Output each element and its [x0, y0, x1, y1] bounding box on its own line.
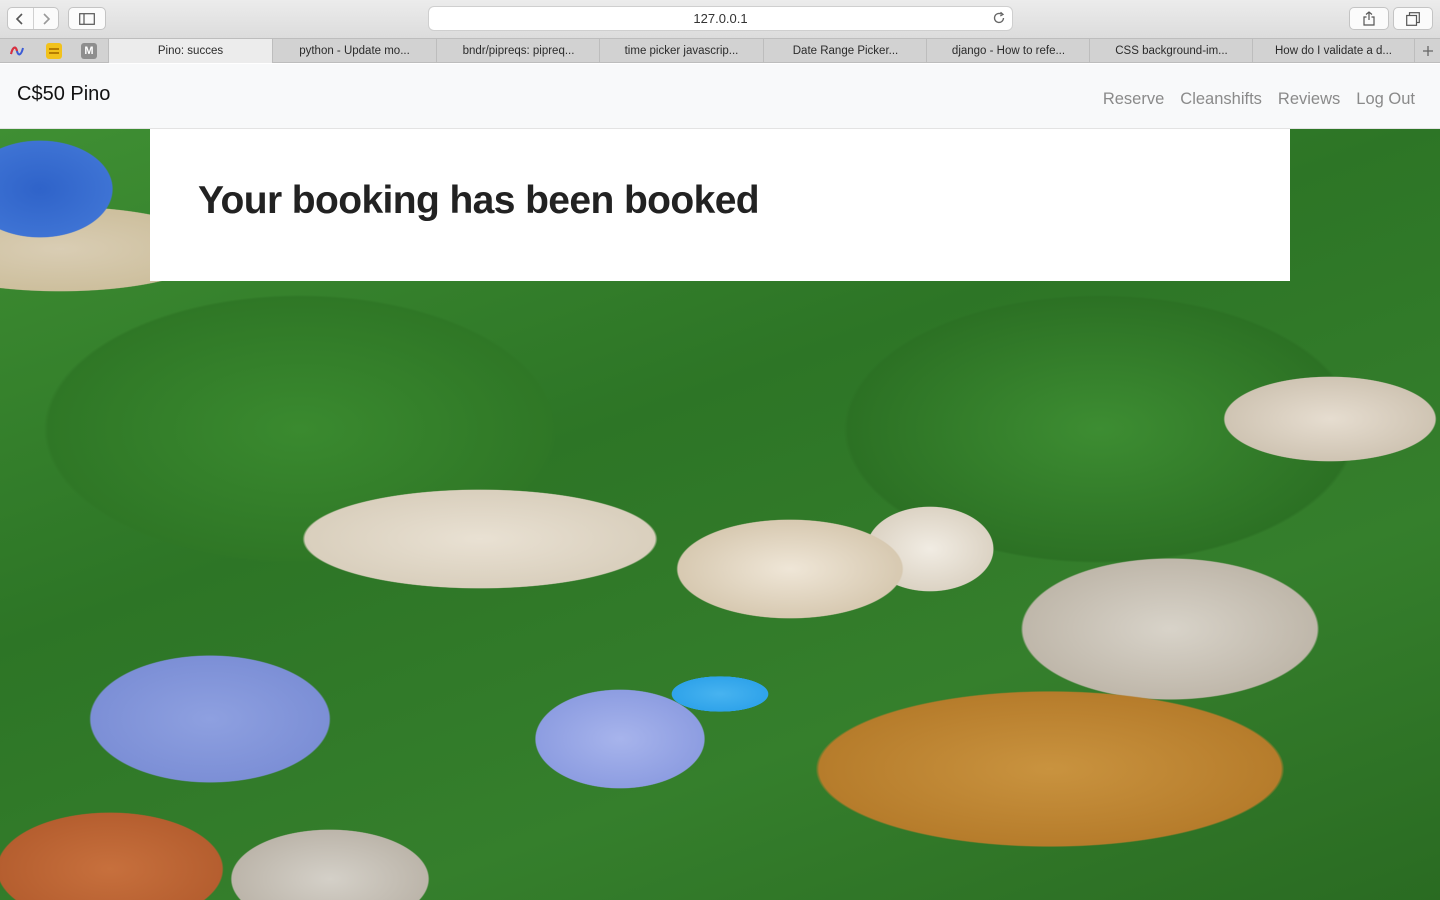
m-icon[interactable]: M [81, 43, 97, 59]
arc-icon[interactable] [9, 43, 25, 59]
plus-icon [1422, 46, 1433, 56]
address-bar[interactable]: 127.0.0.1 [428, 6, 1013, 31]
nav-cleanshifts-link[interactable]: Cleanshifts [1180, 90, 1262, 109]
tab-pipreqs[interactable]: bndr/pipreqs: pipreq... [436, 39, 600, 63]
tab-validate[interactable]: How do I validate a d... [1252, 39, 1414, 63]
chevron-right-icon [43, 12, 50, 25]
bookmark-icon[interactable] [46, 43, 62, 59]
tab-date-range-picker[interactable]: Date Range Picker... [763, 39, 927, 63]
tabs-icon [1406, 11, 1420, 26]
nav-logout-link[interactable]: Log Out [1356, 90, 1415, 109]
tab-pino-success[interactable]: Pino: succes [108, 39, 272, 63]
forward-button[interactable] [32, 8, 59, 29]
nav-links: Reserve Cleanshifts Reviews Log Out [1103, 90, 1415, 109]
new-tab-button[interactable] [1414, 39, 1440, 63]
share-icon [1363, 11, 1375, 26]
back-button[interactable] [8, 8, 33, 29]
reload-icon[interactable] [992, 11, 1006, 25]
tabs-overview-button[interactable] [1393, 7, 1433, 30]
tab-time-picker[interactable]: time picker javascrip... [599, 39, 763, 63]
tab-css-background[interactable]: CSS background-im... [1089, 39, 1253, 63]
tab-bar: M Pino: succes python - Update mo... bnd… [0, 38, 1440, 63]
sidebar-icon [79, 12, 95, 25]
brand-link[interactable]: C$50 Pino [17, 83, 110, 106]
nav-reserve-link[interactable]: Reserve [1103, 90, 1164, 109]
confirmation-card: Your booking has been booked [150, 129, 1290, 281]
tab-python-update[interactable]: python - Update mo... [272, 39, 436, 63]
chevron-left-icon [16, 12, 23, 25]
browser-toolbar: 127.0.0.1 [0, 0, 1440, 38]
history-nav [7, 7, 59, 30]
confirmation-heading: Your booking has been booked [198, 179, 760, 222]
nav-reviews-link[interactable]: Reviews [1278, 90, 1340, 109]
url-text: 127.0.0.1 [693, 11, 748, 26]
site-navbar: C$50 Pino Reserve Cleanshifts Reviews Lo… [0, 64, 1440, 129]
tab-django[interactable]: django - How to refe... [926, 39, 1090, 63]
sidebar-toggle-button[interactable] [68, 7, 106, 30]
share-button[interactable] [1349, 7, 1389, 30]
